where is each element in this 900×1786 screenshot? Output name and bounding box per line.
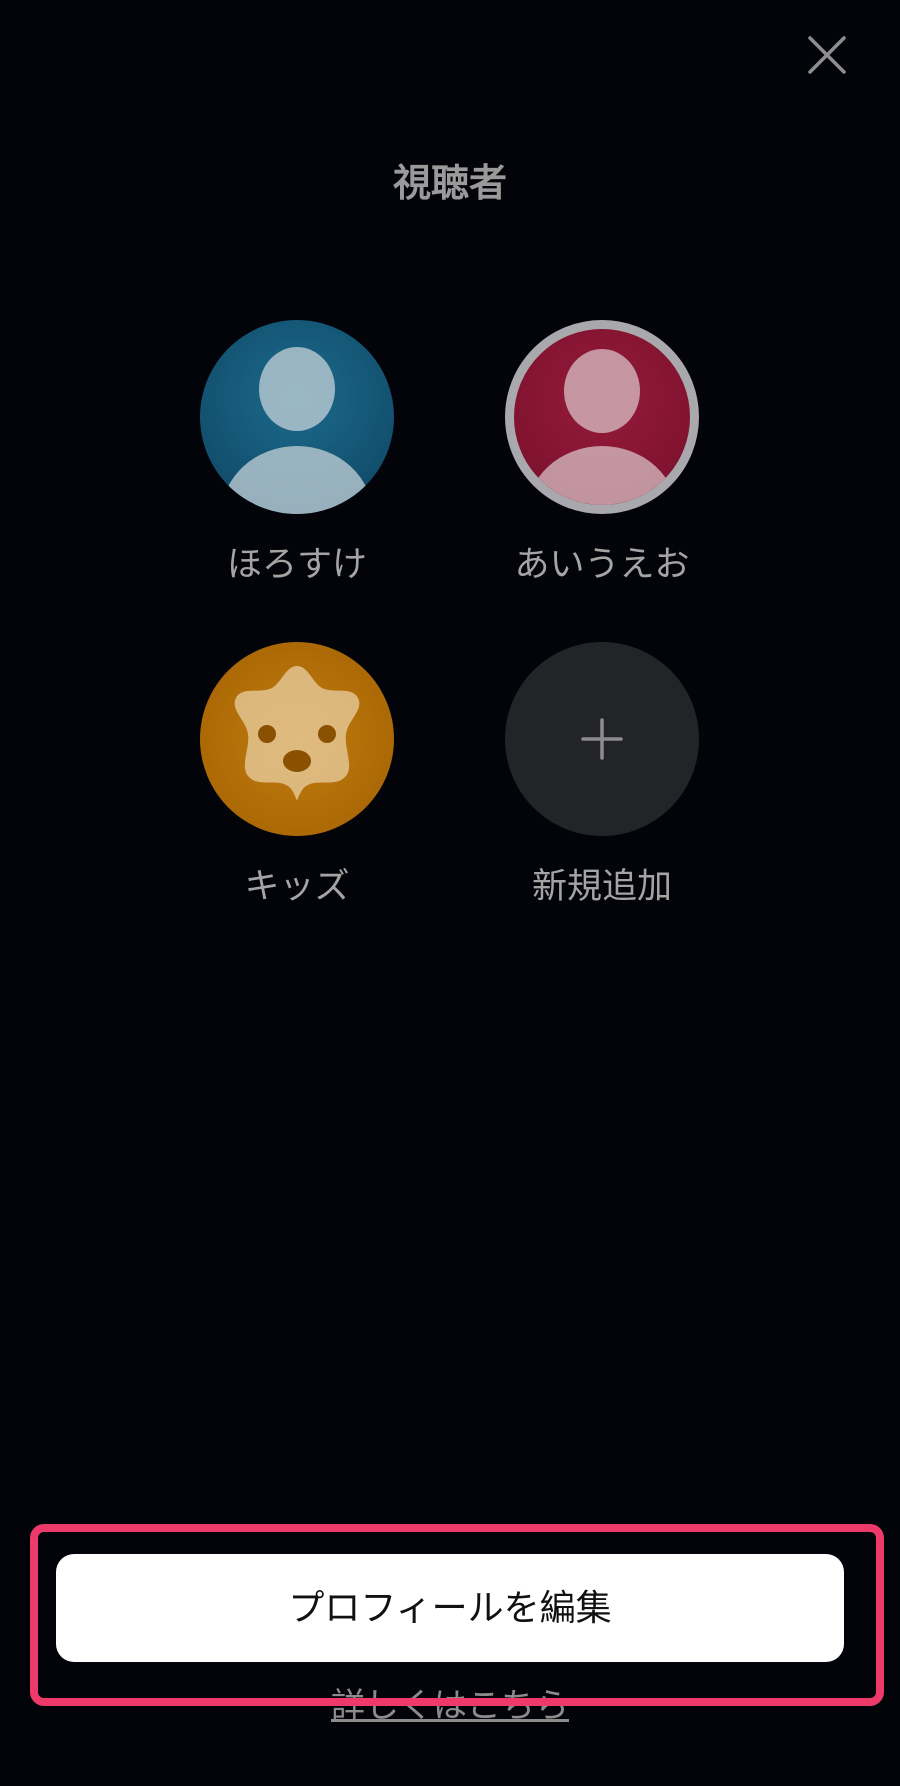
- profile-avatar: [200, 320, 394, 514]
- profile-item-horosuke[interactable]: ほろすけ: [177, 320, 417, 588]
- profile-name: キッズ: [244, 867, 350, 907]
- profile-avatar: [505, 642, 699, 836]
- profile-select-screen: { "header": { "title": "視聴者", "close_ico…: [0, 0, 900, 1786]
- profile-avatar-selected: [505, 320, 699, 514]
- close-icon: [800, 28, 854, 82]
- profile-name: 新規追加: [531, 867, 672, 907]
- profile-item-aiueo[interactable]: あいうえお: [482, 320, 722, 588]
- add-profile-button[interactable]: 新規追加: [482, 642, 722, 910]
- profile-item-kids[interactable]: キッズ: [177, 642, 417, 910]
- close-button[interactable]: [800, 28, 854, 82]
- profile-name: あいうえお: [514, 545, 690, 585]
- page-title: 視聴者: [392, 161, 507, 205]
- edit-profile-button[interactable]: プロフィールを編集: [56, 1554, 844, 1662]
- profile-name: ほろすけ: [226, 545, 367, 585]
- profile-avatar: [200, 642, 394, 836]
